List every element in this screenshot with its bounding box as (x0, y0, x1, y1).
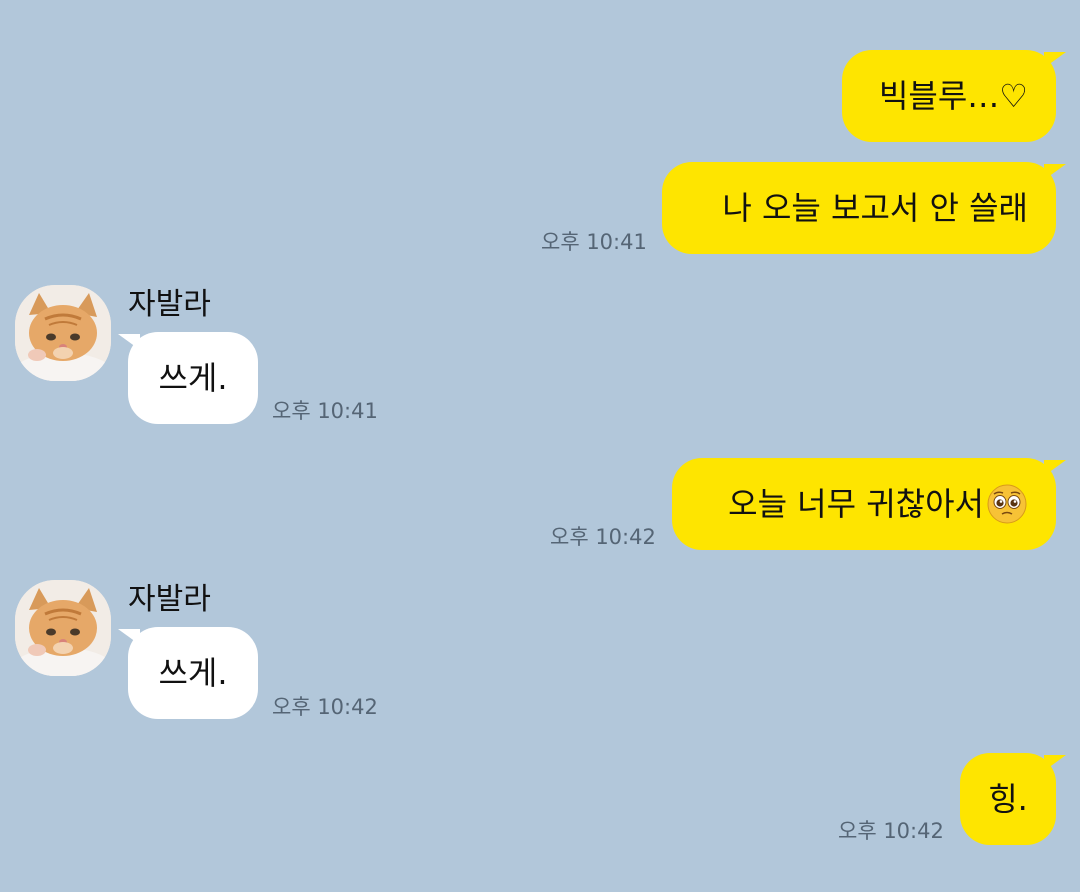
bubble-tail (1044, 164, 1066, 180)
pleading-face-icon (986, 483, 1028, 525)
message-timestamp: 오후 10:41 (541, 230, 647, 254)
my-message-bubble[interactable]: 나 오늘 보고서 안 쓸래 (662, 162, 1066, 254)
message-text: 쓰게. (158, 654, 228, 692)
message-timestamp: 오후 10:42 (550, 525, 656, 549)
bubble-tail (118, 629, 140, 645)
message-text: 빅블루…♡ (878, 77, 1028, 115)
sender-avatar[interactable] (15, 285, 111, 381)
chat-screen: { "messages": [ {"side": "me", "text": "… (0, 0, 1080, 892)
sender-name: 자발라 (128, 582, 211, 617)
message-timestamp: 오후 10:42 (272, 695, 378, 719)
kitten-photo (15, 285, 111, 381)
message-timestamp: 오후 10:41 (272, 399, 378, 423)
message-text: 쓰게. (158, 359, 228, 397)
bubble-tail (1044, 52, 1066, 68)
my-message-bubble[interactable]: 오늘 너무 귀찮아서 (672, 458, 1066, 550)
sender-name: 자발라 (128, 287, 211, 322)
sender-avatar[interactable] (15, 580, 111, 676)
bubble-tail (118, 334, 140, 350)
kitten-photo (15, 580, 111, 676)
other-message-bubble[interactable]: 쓰게. (118, 627, 258, 719)
message-text: 나 오늘 보고서 안 쓸래 (722, 189, 1028, 227)
bubble-tail (1044, 755, 1066, 771)
message-timestamp: 오후 10:42 (838, 819, 944, 843)
other-message-bubble[interactable]: 쓰게. (118, 332, 258, 424)
bubble-tail (1044, 460, 1066, 476)
my-message-bubble[interactable]: 빅블루…♡ (842, 50, 1066, 142)
message-text: 오늘 너무 귀찮아서 (728, 485, 984, 523)
message-text: 힝. (988, 780, 1028, 818)
my-message-bubble[interactable]: 힝. (960, 753, 1066, 845)
